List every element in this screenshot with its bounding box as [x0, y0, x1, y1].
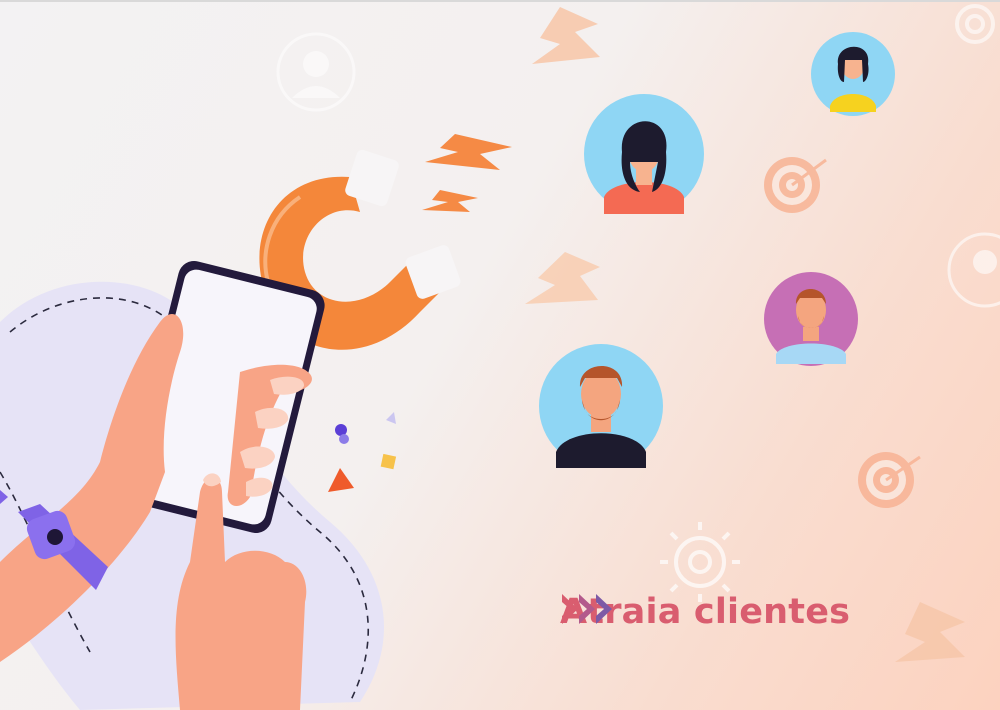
caption: Atraia clientes: [560, 592, 850, 632]
illustration-canvas: Atraia clientes: [0, 2, 1000, 710]
faint-gear-icon-top: [955, 4, 995, 44]
confetti-dot: [339, 434, 349, 444]
user-avatar: [584, 94, 704, 214]
lightning-bolt-icon: [525, 252, 600, 304]
user-avatar: [539, 344, 663, 468]
lightning-bolt-icon: [425, 134, 512, 170]
confetti-square: [380, 453, 397, 470]
confetti-triangle: [328, 468, 354, 492]
faint-user-icon: [276, 32, 356, 112]
faint-user-icon-right: [947, 232, 1000, 308]
faint-gear-icon-bottom: [660, 522, 740, 602]
lightning-bolt-icon: [532, 7, 600, 64]
lightning-bolt-icon: [422, 190, 478, 212]
confetti-triangle-small: [386, 412, 396, 424]
user-avatar: [811, 32, 895, 116]
triple-chevron-icon: [562, 594, 612, 624]
target-icon: [764, 157, 827, 213]
user-avatar: [764, 272, 858, 366]
target-icon: [858, 452, 921, 508]
lightning-bolt-icon: [895, 602, 965, 662]
